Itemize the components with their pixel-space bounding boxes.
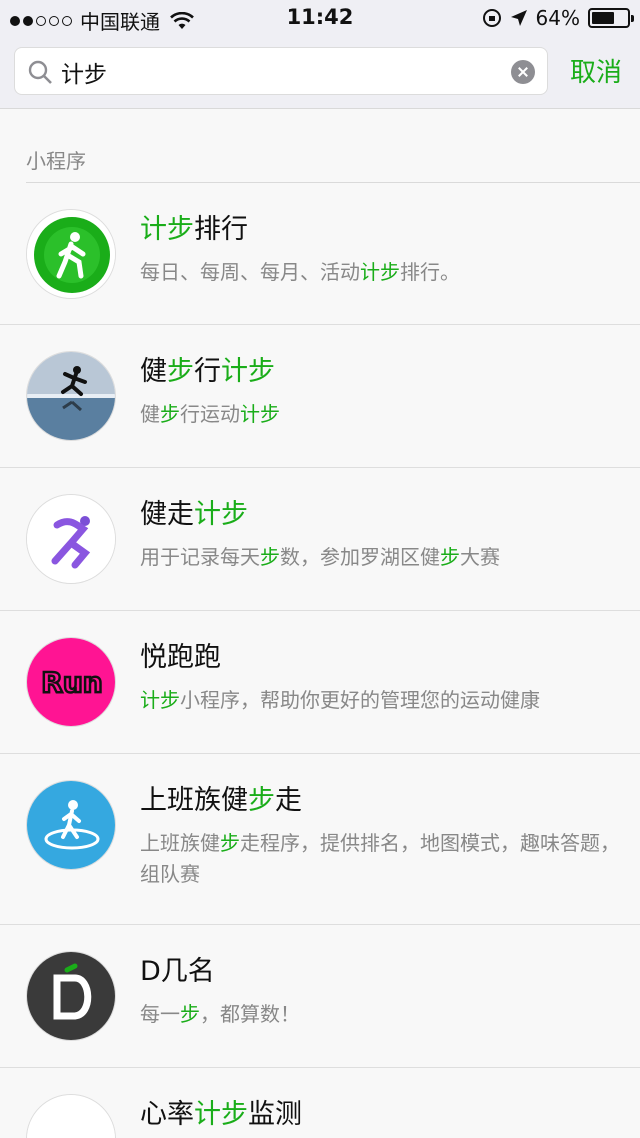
result-item[interactable]: 健走计步用于记录每天步数，参加罗湖区健步大赛: [0, 468, 640, 611]
runner-silhouette-icon: [26, 351, 116, 441]
search-bar: 取消: [0, 36, 640, 109]
result-title: 心率计步监测: [140, 1099, 302, 1130]
result-title: 健走计步: [140, 499, 248, 530]
section-title: 小程序: [26, 149, 86, 173]
d-logo-icon: [26, 951, 116, 1041]
battery-percent: 64%: [535, 6, 580, 30]
result-title: 健步行计步: [140, 356, 275, 387]
result-title: D几名: [140, 956, 215, 987]
result-title: 上班族健步走: [140, 785, 302, 816]
result-description: 上班族健步走程序，提供排名，地图模式，趣味答题，组队赛: [140, 831, 620, 886]
result-item[interactable]: D几名每一步，都算数！: [0, 925, 640, 1068]
result-description: 每一步，都算数！: [140, 1002, 300, 1026]
battery-icon: [588, 8, 634, 28]
purple-runner-icon: [26, 494, 116, 584]
result-title: 悦跑跑: [140, 642, 221, 673]
search-box[interactable]: [14, 47, 548, 95]
run-logo-icon: Run: [26, 637, 116, 727]
result-description: 计步小程序，帮助你更好的管理您的运动健康: [140, 688, 540, 712]
result-description: 每日、每周、每月、活动计步排行。: [140, 260, 460, 284]
result-item[interactable]: Run 悦跑跑计步小程序，帮助你更好的管理您的运动健康: [0, 611, 640, 754]
search-input[interactable]: [61, 56, 501, 88]
result-item[interactable]: 健步行计步健步行运动计步: [0, 325, 640, 468]
result-title: 计步排行: [140, 214, 248, 245]
results-list: 计步排行每日、每周、每月、活动计步排行。健步行计步健步行运动计步健走计步用于记录…: [0, 183, 640, 1138]
walker-circle-icon: [26, 780, 116, 870]
result-item[interactable]: 上班族健步走上班族健步走程序，提供排名，地图模式，趣味答题，组队赛: [0, 754, 640, 925]
walking-person-icon: [26, 209, 116, 299]
result-item[interactable]: 计步排行每日、每周、每月、活动计步排行。: [0, 183, 640, 325]
cancel-button[interactable]: 取消: [570, 52, 622, 89]
status-bar: 中国联通 11:42 64%: [0, 0, 640, 36]
clear-search-icon[interactable]: [511, 60, 535, 84]
result-item[interactable]: 心率计步监测: [0, 1068, 640, 1138]
result-description: 用于记录每天步数，参加罗湖区健步大赛: [140, 545, 500, 569]
rotation-lock-icon: [482, 9, 501, 27]
search-icon: [28, 60, 52, 84]
heart-rate-icon: [26, 1094, 116, 1138]
result-description: 健步行运动计步: [140, 402, 280, 426]
svg-text:Run: Run: [41, 666, 102, 699]
location-arrow-icon: [510, 10, 527, 26]
